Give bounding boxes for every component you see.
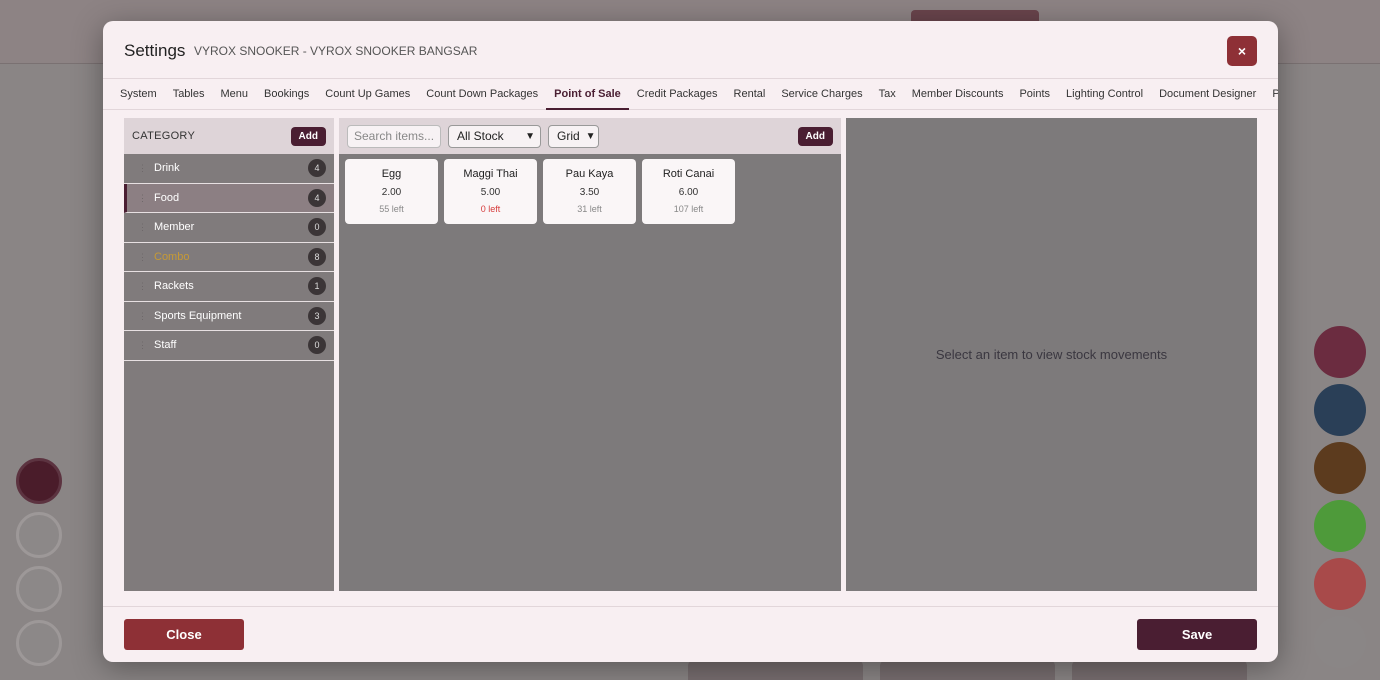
category-count-badge: 8 (308, 247, 326, 266)
category-count-badge: 4 (308, 159, 326, 178)
category-item-combo[interactable]: ⋮ Combo 8 (124, 243, 334, 272)
search-input[interactable]: Search items... (347, 124, 441, 148)
item-stock: 107 left (673, 204, 704, 214)
modal-footer: Close Save (103, 606, 1278, 662)
category-name: Member (154, 221, 195, 234)
background-tab (688, 660, 863, 680)
category-count-badge: 4 (308, 188, 326, 207)
background-nav-button (16, 620, 62, 666)
stock-filter-value: All Stock (457, 129, 504, 143)
background-tab (880, 660, 1055, 680)
item-name: Roti Canai (662, 168, 715, 180)
stock-movements-panel: Select an item to view stock movements (846, 118, 1257, 591)
add-category-button[interactable]: Add (290, 126, 326, 146)
category-item-member[interactable]: ⋮ Member 0 (124, 213, 334, 243)
close-icon[interactable]: × (1227, 36, 1257, 66)
item-stock: 55 left (379, 204, 404, 214)
category-item-drink[interactable]: ⋮ Drink 4 (124, 154, 334, 184)
background-action-button (1314, 384, 1366, 436)
drag-handle-icon[interactable]: ⋮ (138, 340, 147, 350)
item-stock: 31 left (577, 204, 602, 214)
background-action-button (1314, 442, 1366, 494)
chevron-down-icon: ▼ (525, 130, 535, 142)
drag-handle-icon[interactable]: ⋮ (138, 311, 147, 321)
tab-menu[interactable]: Menu (212, 80, 256, 110)
chevron-down-icon: ▼ (585, 130, 596, 142)
view-mode-select[interactable]: Grid ▼ (548, 124, 599, 148)
category-name: Rackets (154, 280, 194, 293)
modal-header: Settings VYROX SNOOKER - VYROX SNOOKER B… (103, 21, 1278, 79)
tab-points[interactable]: Points (1011, 80, 1058, 110)
category-count-badge: 1 (308, 277, 326, 296)
drag-handle-icon[interactable]: ⋮ (138, 281, 147, 291)
drag-handle-icon[interactable]: ⋮ (138, 222, 147, 232)
background-nav-button (16, 512, 62, 558)
category-item-staff[interactable]: ⋮ Staff 0 (124, 331, 334, 361)
category-name: Sports Equipment (154, 309, 242, 322)
category-count-badge: 0 (308, 218, 326, 237)
item-price: 3.50 (579, 187, 600, 198)
empty-state-message: Select an item to view stock movements (935, 347, 1168, 362)
tab-printers[interactable]: Printers (1264, 80, 1278, 110)
settings-tabs: System Tables Menu Bookings Count Up Gam… (103, 80, 1278, 110)
category-header: CATEGORY Add (124, 118, 334, 154)
item-card-egg[interactable]: Egg 2.00 55 left (345, 159, 438, 224)
item-stock: 0 left (480, 204, 501, 214)
view-mode-value: Grid (557, 129, 580, 143)
item-name: Pau Kaya (565, 168, 614, 180)
item-name: Maggi Thai (463, 168, 518, 180)
item-card-maggi-thai[interactable]: Maggi Thai 5.00 0 left (444, 159, 537, 224)
tab-document-designer[interactable]: Document Designer (1151, 80, 1264, 110)
tab-count-up-games[interactable]: Count Up Games (317, 80, 418, 110)
tab-bookings[interactable]: Bookings (256, 80, 317, 110)
items-panel: Search items... All Stock ▼ Grid ▼ Add E… (339, 118, 841, 591)
tab-credit-packages[interactable]: Credit Packages (629, 80, 726, 110)
item-card-pau-kaya[interactable]: Pau Kaya 3.50 31 left (543, 159, 636, 224)
modal-subtitle: VYROX SNOOKER - VYROX SNOOKER BANGSAR (194, 44, 478, 58)
category-item-rackets[interactable]: ⋮ Rackets 1 (124, 272, 334, 302)
background-action-button (1314, 326, 1366, 378)
background-nav-button (16, 458, 62, 504)
save-button[interactable]: Save (1137, 619, 1257, 650)
add-item-button[interactable]: Add (797, 126, 833, 146)
category-item-sports-equipment[interactable]: ⋮ Sports Equipment 3 (124, 302, 334, 331)
tab-system[interactable]: System (112, 80, 165, 110)
item-price: 2.00 (381, 187, 402, 198)
settings-modal: Settings VYROX SNOOKER - VYROX SNOOKER B… (103, 21, 1278, 662)
drag-handle-icon[interactable]: ⋮ (138, 252, 147, 262)
category-name: Staff (154, 339, 177, 352)
stock-filter-select[interactable]: All Stock ▼ (448, 124, 541, 148)
tab-tax[interactable]: Tax (871, 80, 904, 110)
category-title: CATEGORY (132, 130, 196, 142)
drag-handle-icon[interactable]: ⋮ (138, 193, 147, 203)
background-action-button (1314, 616, 1366, 668)
item-price: 6.00 (678, 187, 699, 198)
item-price: 5.00 (480, 187, 501, 198)
background-action-button (1314, 558, 1366, 610)
category-count-badge: 0 (308, 336, 326, 355)
tab-count-down-packages[interactable]: Count Down Packages (418, 80, 546, 110)
items-grid: Egg 2.00 55 left Maggi Thai 5.00 0 left … (339, 154, 841, 229)
items-toolbar: Search items... All Stock ▼ Grid ▼ Add (339, 118, 841, 154)
category-name: Drink (154, 162, 180, 175)
item-name: Egg (381, 168, 402, 180)
background-tab (1072, 660, 1247, 680)
category-count-badge: 3 (308, 306, 326, 325)
category-panel: CATEGORY Add ⋮ Drink 4 ⋮ Food 4 ⋮ Member… (124, 118, 334, 591)
close-button[interactable]: Close (124, 619, 244, 650)
tab-member-discounts[interactable]: Member Discounts (904, 80, 1012, 110)
background-nav-button (16, 566, 62, 612)
tab-lighting-control[interactable]: Lighting Control (1058, 80, 1151, 110)
tab-rental[interactable]: Rental (726, 80, 774, 110)
tab-service-charges[interactable]: Service Charges (773, 80, 870, 110)
category-name: Food (154, 191, 180, 204)
category-item-food[interactable]: ⋮ Food 4 (124, 183, 334, 213)
background-action-button (1314, 500, 1366, 552)
tab-tables[interactable]: Tables (165, 80, 213, 110)
item-card-roti-canai[interactable]: Roti Canai 6.00 107 left (642, 159, 735, 224)
drag-handle-icon[interactable]: ⋮ (138, 163, 147, 173)
category-name: Combo (154, 250, 190, 263)
tab-point-of-sale[interactable]: Point of Sale (546, 80, 629, 110)
modal-title: Settings (124, 41, 186, 60)
